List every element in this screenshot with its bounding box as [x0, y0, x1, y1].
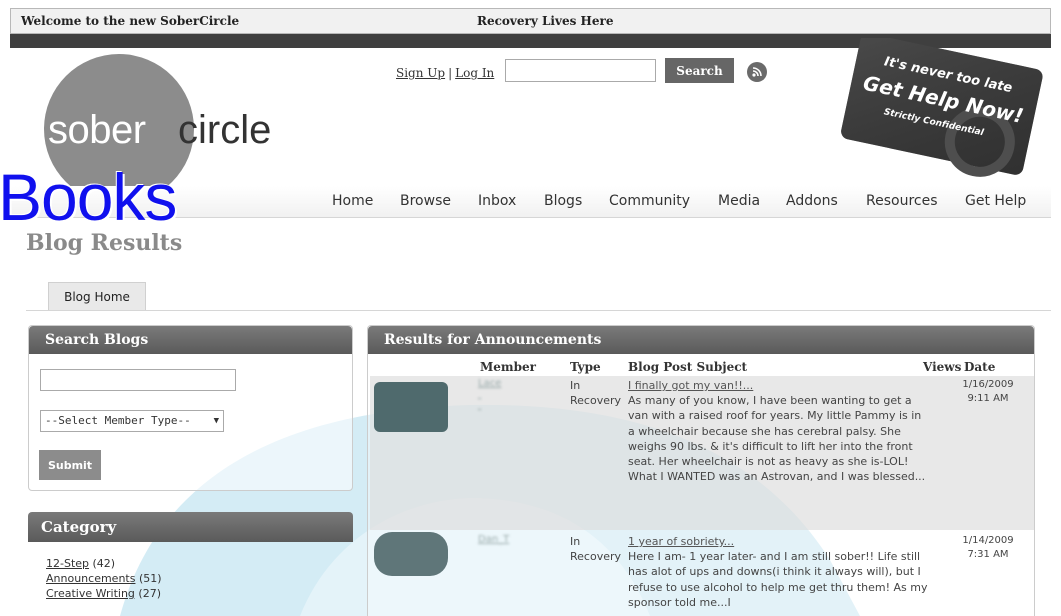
category-item: 12-Step (42) — [46, 556, 353, 571]
category-list: 12-Step (42) Announcements (51) Creative… — [28, 542, 353, 601]
member-name-blurred[interactable]: Dan_T — [478, 534, 509, 545]
avatar[interactable] — [374, 382, 448, 432]
post-date-day: 1/16/2009 — [962, 379, 1014, 390]
nav-browse[interactable]: Browse — [400, 193, 451, 209]
col-member[interactable]: Member — [480, 360, 536, 374]
welcome-text: Welcome to the new SoberCircle — [21, 14, 240, 28]
get-help-now-badge[interactable]: It's never too late Get Help Now! Strict… — [836, 33, 1046, 178]
post-excerpt: Here I am- 1 year later- and I am still … — [628, 550, 928, 609]
post-subject-link[interactable]: 1 year of sobriety... — [628, 534, 734, 549]
results-table-header: Member Type Blog Post Subject Views Date — [368, 360, 1036, 374]
category-item: Announcements (51) — [46, 571, 353, 586]
tab-blog-home[interactable]: Blog Home — [48, 282, 146, 310]
category-title: Category — [28, 512, 353, 542]
category-link-creative-writing[interactable]: Creative Writing — [46, 587, 135, 600]
results-title: Results for Announcements — [368, 326, 1034, 354]
books-overlay-text: Books — [0, 160, 177, 234]
category-count: (27) — [138, 587, 161, 600]
post-date: 1/14/2009 7:31 AM — [952, 534, 1024, 562]
member-type: In Recovery — [570, 535, 622, 563]
auth-separator: | — [448, 66, 453, 80]
site-search-button[interactable]: Search — [665, 58, 734, 83]
nav-inbox[interactable]: Inbox — [478, 193, 516, 209]
member-type-select[interactable]: --Select Member Type-- ▼ — [40, 410, 224, 432]
post-date-day: 1/14/2009 — [962, 535, 1014, 546]
category-link-announcements[interactable]: Announcements — [46, 572, 135, 585]
search-blogs-title: Search Blogs — [29, 326, 352, 354]
member-type: In Recovery — [570, 379, 622, 407]
category-count: (42) — [92, 557, 116, 570]
nav-resources[interactable]: Resources — [866, 193, 938, 209]
tagline-text: Recovery Lives Here — [477, 14, 614, 28]
avatar[interactable] — [374, 532, 448, 576]
col-date[interactable]: Date — [964, 360, 995, 374]
chevron-down-icon: ▼ — [213, 416, 219, 426]
rss-icon[interactable] — [747, 62, 767, 82]
blog-search-input[interactable] — [40, 369, 236, 391]
logo-text-circle[interactable]: circle — [178, 108, 271, 153]
post-date-time: 9:11 AM — [967, 393, 1009, 404]
post-date: 1/16/2009 9:11 AM — [952, 378, 1024, 406]
post-subject-link[interactable]: I finally got my van!!... — [628, 378, 753, 393]
nav-get-help[interactable]: Get Help — [965, 193, 1026, 209]
nav-media[interactable]: Media — [718, 193, 760, 209]
post-date-time: 7:31 AM — [967, 549, 1009, 560]
col-views[interactable]: Views — [923, 360, 961, 374]
top-welcome-bar: Welcome to the new SoberCircle Recovery … — [10, 8, 1051, 34]
category-panel: Category 12-Step (42) Announcements (51)… — [28, 512, 353, 616]
category-count: (51) — [138, 572, 162, 585]
category-link-12-step[interactable]: 12-Step — [46, 557, 89, 570]
submit-button[interactable]: Submit — [39, 450, 101, 480]
member-name-blurred[interactable]: Lace — [478, 378, 501, 411]
results-panel: Results for Announcements Member Type Bl… — [367, 325, 1035, 616]
table-row: Lace In Recovery I finally got my van!!.… — [370, 376, 1034, 530]
tab-divider — [26, 310, 1051, 311]
site-search-input[interactable] — [505, 59, 656, 82]
post-excerpt: As many of you know, I have been wanting… — [628, 394, 926, 484]
table-row: Dan_T In Recovery 1 year of sobriety... … — [370, 532, 1034, 616]
search-blogs-panel: Search Blogs --Select Member Type-- ▼ Su… — [28, 325, 353, 491]
category-item: Creative Writing (27) — [46, 586, 353, 601]
signup-link[interactable]: Sign Up — [396, 66, 445, 80]
auth-links: Sign Up | Log In — [396, 66, 494, 80]
col-type[interactable]: Type — [570, 360, 601, 374]
logo-text-sober[interactable]: sober — [48, 108, 146, 153]
nav-addons[interactable]: Addons — [786, 193, 838, 209]
nav-home[interactable]: Home — [332, 193, 373, 209]
col-subject[interactable]: Blog Post Subject — [628, 360, 747, 374]
login-link[interactable]: Log In — [455, 66, 494, 80]
nav-community[interactable]: Community — [609, 193, 690, 209]
member-type-selected: --Select Member Type-- — [45, 414, 191, 427]
nav-blogs[interactable]: Blogs — [544, 193, 582, 209]
